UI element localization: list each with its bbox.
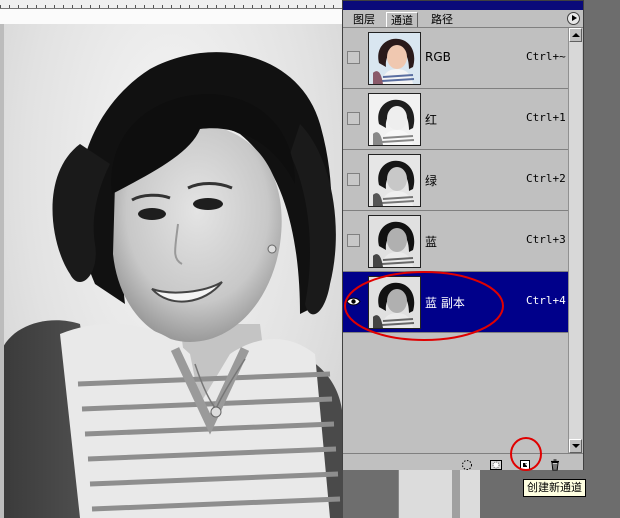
channel-highlight-ellipse [344, 271, 504, 341]
tab-channels[interactable]: 通道 [386, 12, 418, 27]
scroll-up-button[interactable] [569, 28, 582, 42]
visibility-toggle[interactable] [347, 51, 360, 64]
channel-shortcut: Ctrl+2 [526, 172, 566, 185]
panel-menu-button[interactable] [567, 12, 580, 25]
tooltip: 创建新通道 [523, 479, 586, 497]
tab-paths[interactable]: 路径 [427, 12, 457, 27]
arrow-up-icon [572, 33, 580, 37]
earring [267, 244, 277, 254]
channel-shortcut: Ctrl+~ [526, 50, 566, 63]
vertical-ruler [0, 24, 4, 518]
channel-name: 红 [425, 113, 438, 127]
channel-row-green[interactable]: 绿 Ctrl+2 [343, 150, 568, 211]
horizontal-ruler [0, 0, 343, 9]
channel-row-rgb[interactable]: RGB Ctrl+~ [343, 28, 568, 89]
visibility-toggle[interactable] [347, 112, 360, 125]
visibility-toggle[interactable] [347, 234, 360, 247]
channel-thumbnail [368, 32, 421, 85]
channel-name: 蓝 [425, 235, 438, 249]
channel-shortcut: Ctrl+3 [526, 233, 566, 246]
grayscale-portrait-photo [0, 52, 343, 518]
necklace-pendant [210, 406, 222, 418]
channel-shortcut: Ctrl+1 [526, 111, 566, 124]
play-arrow-icon [572, 15, 577, 21]
new-channel-highlight-circle [510, 437, 542, 471]
channel-name: 绿 [425, 174, 438, 188]
channel-row-red[interactable]: 红 Ctrl+1 [343, 89, 568, 150]
channel-name: RGB [425, 50, 451, 64]
left-eye [138, 208, 166, 220]
image-canvas[interactable] [0, 24, 343, 518]
channel-thumbnail [368, 154, 421, 207]
right-eye [193, 198, 223, 210]
channel-thumbnail [368, 215, 421, 268]
panel-titlebar[interactable] [343, 1, 583, 10]
channel-thumbnail [368, 93, 421, 146]
channel-row-blue[interactable]: 蓝 Ctrl+3 [343, 211, 568, 272]
tab-layers[interactable]: 图层 [349, 12, 379, 27]
visibility-toggle[interactable] [347, 173, 360, 186]
panel-tabs: 图层 通道 路径 [343, 10, 583, 28]
